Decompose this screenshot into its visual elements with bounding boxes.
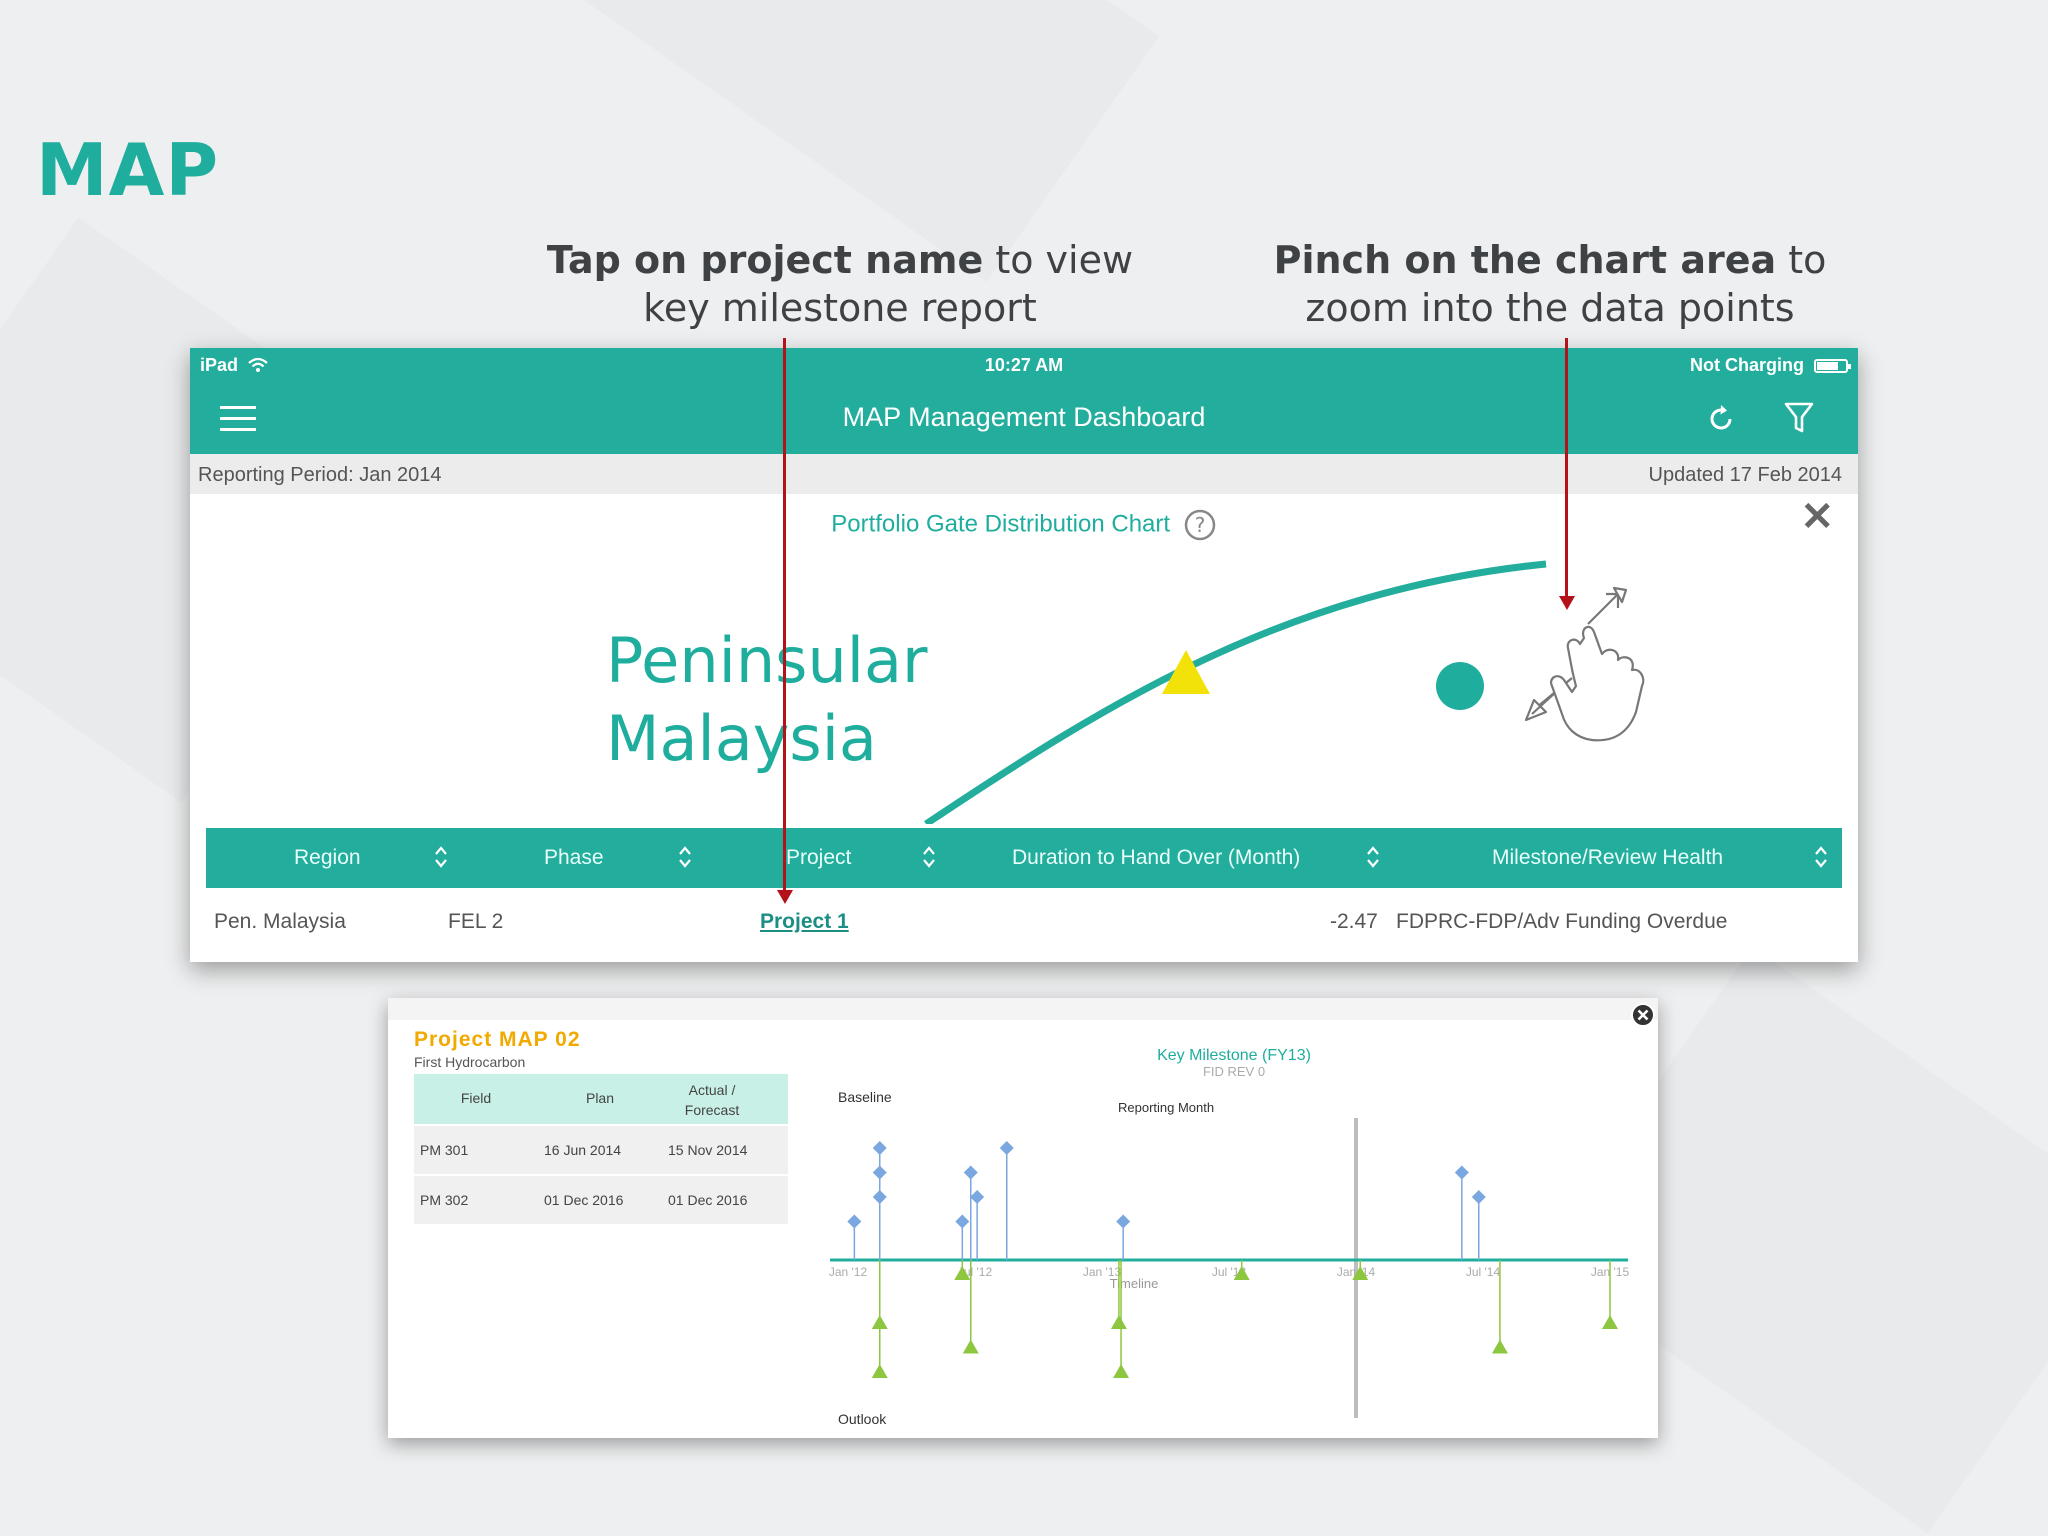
callout-pinch-chart: Pinch on the chart area to zoom into the… [1250, 236, 1850, 332]
callout-pinch-bold: Pinch on the chart area [1273, 238, 1777, 282]
cell-health: FDPRC-FDP/Adv Funding Overdue [1396, 910, 1728, 933]
milestone-popup: Project MAP 02 First Hydrocarbon Field P… [388, 998, 1658, 1438]
region-label-line2: Malaysia [606, 702, 877, 775]
ipad-screen: iPad 10:27 AM Not Charging MAP Managemen… [190, 348, 1858, 962]
sort-icon[interactable] [434, 844, 448, 870]
outlook-marker [1602, 1315, 1618, 1329]
sort-icon[interactable] [678, 844, 692, 870]
baseline-marker [1116, 1214, 1131, 1229]
close-popup-icon[interactable] [1630, 1002, 1656, 1028]
circle-marker [1436, 662, 1484, 710]
app-title: MAP Management Dashboard [842, 402, 1206, 432]
header-milestone-health[interactable]: Milestone/Review Health [1492, 846, 1723, 870]
slide-title: MAP [36, 128, 220, 212]
battery-status: Not Charging [1690, 355, 1804, 375]
x-tick-label: Jan '13 [1083, 1265, 1122, 1279]
milestone-chart-title: Key Milestone (FY13) [1157, 1047, 1311, 1064]
cell-field: PM 301 [420, 1142, 469, 1158]
milestone-table: Field Plan Actual / Forecast PM 301 16 J… [414, 1074, 788, 1224]
outlook-label: Outlook [838, 1411, 887, 1427]
period-bar: Reporting Period: Jan 2014 Updated 17 Fe… [190, 454, 1858, 494]
status-battery: Not Charging [1690, 355, 1851, 376]
milestone-table-row: PM 302 01 Dec 2016 01 Dec 2016 [414, 1174, 788, 1224]
cell-plan: 16 Jun 2014 [544, 1142, 622, 1158]
outlook-marker [1113, 1364, 1130, 1378]
region-label-line1: Peninsular [606, 624, 928, 697]
header-region[interactable]: Region [294, 846, 361, 870]
key-milestone-chart[interactable]: Key Milestone (FY13) FID REV 0 Baseline … [818, 1038, 1638, 1438]
callout-tap-project: Tap on project name to view key mileston… [520, 236, 1160, 332]
baseline-marker [872, 1190, 887, 1204]
x-tick-label: Jan '12 [829, 1265, 868, 1279]
baseline-marker [872, 1165, 887, 1180]
callout-arrow-tap [783, 338, 786, 894]
nav-bar: MAP Management Dashboard [190, 382, 1858, 454]
cell-phase: FEL 2 [448, 910, 504, 933]
callout-arrowhead-tap [777, 890, 793, 904]
milestone-table-header: Field Plan Actual / Forecast [414, 1074, 788, 1124]
baseline-marker [1471, 1190, 1486, 1204]
header-plan[interactable]: Plan [538, 1090, 662, 1106]
battery-icon [1814, 358, 1851, 373]
filter-icon[interactable] [1782, 400, 1816, 436]
baseline-marker [847, 1214, 862, 1229]
sort-icon[interactable] [1366, 844, 1380, 870]
milestone-table-row: PM 301 16 Jun 2014 15 Nov 2014 [414, 1124, 788, 1174]
popup-subtitle: First Hydrocarbon [414, 1054, 526, 1070]
cell-duration: -2.47 [1330, 910, 1378, 933]
baseline-marker [955, 1214, 970, 1229]
callout-arrowhead-pinch [1559, 596, 1575, 610]
cell-plan: 01 Dec 2016 [544, 1192, 624, 1208]
outlook-marker [871, 1364, 888, 1378]
header-actual-forecast[interactable]: Actual / Forecast [662, 1080, 762, 1120]
table-header: Region Phase Project Duration to Hand Ov… [206, 828, 1842, 888]
baseline-marker [872, 1141, 887, 1155]
refresh-icon[interactable] [1704, 402, 1738, 436]
popup-top-strip [388, 998, 1658, 1020]
outlook-marker [962, 1339, 979, 1354]
reporting-month-label: Reporting Month [1118, 1100, 1214, 1115]
header-duration[interactable]: Duration to Hand Over (Month) [1012, 846, 1300, 870]
popup-project-title: Project MAP 02 [414, 1028, 581, 1051]
reporting-period: Reporting Period: Jan 2014 [198, 464, 442, 486]
header-field[interactable]: Field [414, 1090, 538, 1106]
cell-region: Pen. Malaysia [214, 910, 346, 933]
status-bar: iPad 10:27 AM Not Charging [190, 348, 1858, 382]
table-row: Pen. Malaysia FEL 2 Project 1 -2.47 FDPR… [206, 888, 1842, 952]
baseline-marker [970, 1190, 985, 1204]
triangle-marker [1162, 650, 1210, 694]
milestone-chart-subtitle: FID REV 0 [1203, 1064, 1265, 1079]
updated-date: Updated 17 Feb 2014 [1648, 464, 1843, 486]
region-label: Peninsular Malaysia [606, 622, 927, 778]
outlook-marker [1491, 1339, 1508, 1354]
sort-icon[interactable] [1814, 844, 1828, 870]
header-phase[interactable]: Phase [544, 846, 604, 870]
portfolio-chart-area[interactable]: Portfolio Gate Distribution Chart ? ✕ Pe… [206, 494, 1842, 824]
baseline-marker [963, 1165, 978, 1180]
cell-actual: 15 Nov 2014 [668, 1142, 748, 1158]
pinch-gesture-icon [1524, 586, 1645, 742]
baseline-label: Baseline [838, 1089, 892, 1105]
cell-field: PM 302 [420, 1192, 469, 1208]
sort-icon[interactable] [922, 844, 936, 870]
cell-actual: 01 Dec 2016 [668, 1192, 748, 1208]
callout-arrow-pinch [1565, 338, 1568, 598]
baseline-marker [999, 1141, 1014, 1155]
x-tick-label: Jul '14 [1466, 1265, 1501, 1279]
status-time: 10:27 AM [984, 355, 1064, 375]
header-project[interactable]: Project [786, 846, 851, 870]
project-link[interactable]: Project 1 [760, 910, 849, 934]
outlook-marker [1110, 1315, 1127, 1329]
callout-tap-bold: Tap on project name [546, 238, 984, 282]
baseline-marker [1454, 1165, 1469, 1180]
